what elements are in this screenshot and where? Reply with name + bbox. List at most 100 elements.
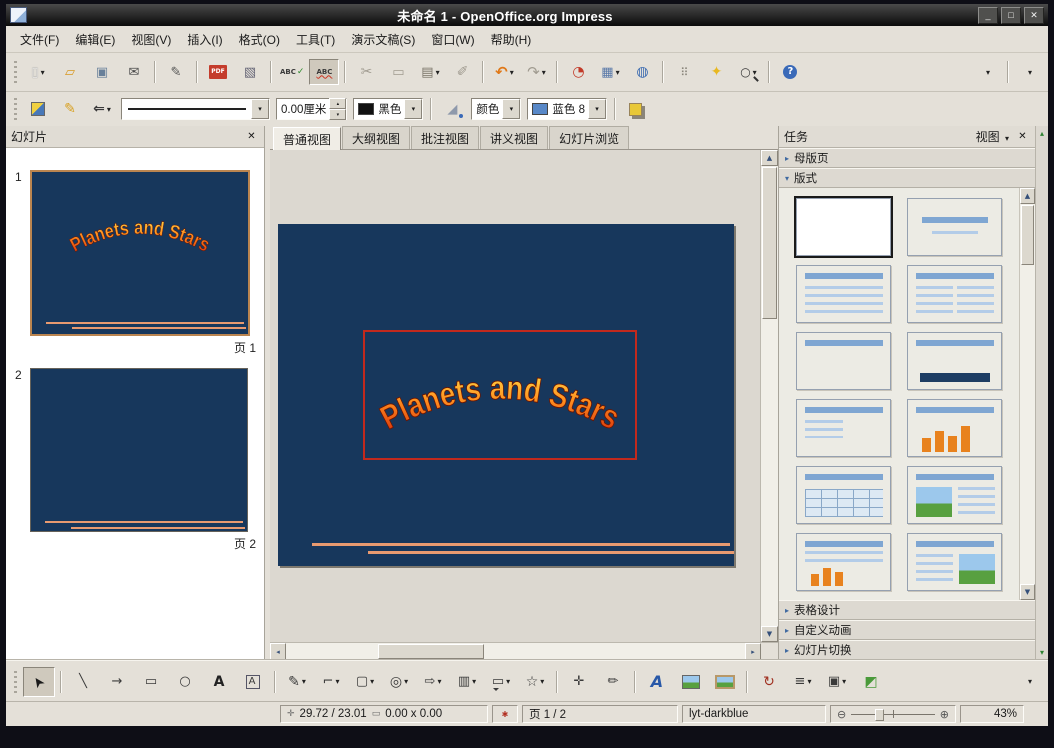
menu-tools[interactable]: 工具(T)	[288, 28, 343, 51]
line-color-combo[interactable]: 黑色 ▾	[353, 98, 424, 120]
layout-title-clipart-text[interactable]	[907, 466, 1002, 524]
selected-text-frame[interactable]: Planets and Stars	[363, 330, 637, 460]
tab-normal-view[interactable]: 普通视图	[273, 127, 342, 150]
callouts-button[interactable]: ▭ ▾	[485, 667, 517, 697]
edit-points-button[interactable]: ✛	[563, 667, 595, 697]
line-style-combo[interactable]: ▾	[121, 98, 270, 120]
layout-title-table[interactable]	[796, 466, 891, 524]
shadow-button[interactable]	[621, 96, 651, 122]
dropdown-arrow-icon[interactable]: ▾	[404, 677, 408, 686]
dropdown-arrow-icon[interactable]: ▾	[542, 68, 546, 77]
status-template[interactable]: lyt-darkblue	[682, 705, 826, 723]
flowchart-button[interactable]: ▥ ▾	[451, 667, 483, 697]
dropdown-arrow-icon[interactable]: ▾	[616, 68, 620, 77]
tasks-view-menu[interactable]: 视图 ▾	[976, 128, 1009, 145]
layout-title-content[interactable]	[796, 265, 891, 323]
layouts-scroll-thumb[interactable]	[1021, 205, 1034, 265]
layout-title-text-chart[interactable]	[796, 533, 891, 591]
rectangle-button[interactable]: ▭	[135, 667, 167, 697]
close-button[interactable]: ✕	[1024, 6, 1044, 24]
slide-2-thumbnail[interactable]	[30, 368, 248, 532]
slide-workspace[interactable]: Planets and Stars	[270, 150, 760, 642]
open-folder-button[interactable]: ▱	[55, 59, 85, 85]
line-style-dropdown-button[interactable]: ▾	[251, 99, 269, 119]
line-dialog-button[interactable]: ✎	[55, 96, 85, 122]
arrow-styles-button[interactable]: ⇐ ▾	[87, 96, 117, 122]
tab-outline-view[interactable]: 大纲视图	[342, 126, 411, 149]
layout-title-text-clipart[interactable]	[907, 533, 1002, 591]
presentation-toolbar-options-button[interactable]: ▾	[1014, 59, 1044, 85]
ellipse-button[interactable]: ○	[169, 667, 201, 697]
symbol-shapes-button[interactable]: ◎ ▾	[383, 667, 415, 697]
strip-scroll-up-icon[interactable]: ▴	[1040, 129, 1044, 138]
save-button[interactable]: ▣	[87, 59, 117, 85]
toolbar-grip[interactable]	[14, 98, 17, 120]
glue-points-button[interactable]: ✏	[597, 667, 629, 697]
display-grid-button[interactable]: ⠿	[669, 59, 699, 85]
toolbar-overflow-button[interactable]: ▾	[972, 59, 1002, 85]
zoom-button[interactable]: ○ ▾	[733, 59, 763, 85]
menu-format[interactable]: 格式(O)	[231, 28, 288, 51]
dropdown-arrow-icon[interactable]: ▾	[472, 677, 476, 686]
status-page-indicator[interactable]: 页 1 / 2	[522, 705, 678, 723]
fill-color-combo[interactable]: 蓝色 8 ▾	[527, 98, 607, 120]
text-button[interactable]: A	[203, 667, 235, 697]
stars-button[interactable]: ☆ ▾	[519, 667, 551, 697]
zoom-slider[interactable]	[851, 708, 935, 721]
dropdown-arrow-icon[interactable]: ▾	[540, 677, 544, 686]
zoom-in-button[interactable]: ⊕	[940, 708, 949, 721]
arrow-button[interactable]: →	[101, 667, 133, 697]
line-width-value[interactable]: 0.00厘米	[281, 101, 326, 117]
vertical-scroll-thumb[interactable]	[762, 167, 777, 319]
new-document-button[interactable]: ▯ ▾	[23, 59, 53, 85]
area-style-button[interactable]: ◢	[437, 96, 467, 122]
dropdown-arrow-icon[interactable]: ▾	[510, 68, 514, 77]
fontwork-gallery-button[interactable]: A	[641, 667, 673, 697]
layouts-scrollbar[interactable]: ▲ ▼	[1019, 188, 1035, 600]
select-button[interactable]: ➤	[23, 666, 55, 697]
auto-spellcheck-button[interactable]: ABC	[309, 59, 340, 85]
dropdown-arrow-icon[interactable]: ▾	[302, 677, 306, 686]
paste-button[interactable]: ▤ ▾	[415, 59, 445, 85]
dropdown-arrow-icon[interactable]: ▾	[370, 677, 374, 686]
dropdown-arrow-icon[interactable]: ▾	[335, 677, 339, 686]
minimize-button[interactable]: _	[978, 6, 998, 24]
section-layouts[interactable]: ▾ 版式	[779, 168, 1035, 188]
scroll-left-button[interactable]: ◂	[270, 643, 286, 660]
section-slide-transition[interactable]: ▸ 幻灯片切换	[779, 640, 1035, 660]
menu-window[interactable]: 窗口(W)	[423, 28, 482, 51]
slide-1-thumbnail[interactable]: Planets and Stars	[30, 170, 250, 336]
line-button[interactable]: ╲	[67, 667, 99, 697]
from-file-button[interactable]	[675, 667, 707, 697]
maximize-button[interactable]: □	[1001, 6, 1021, 24]
fill-color-dropdown-button[interactable]: ▾	[587, 99, 606, 119]
navigator-button[interactable]: ✦	[701, 59, 731, 85]
slide-canvas[interactable]: Planets and Stars	[278, 224, 734, 566]
drawing-toolbar-options-button[interactable]: ▾	[1014, 669, 1044, 695]
connector-button[interactable]: ⌐ ▾	[315, 667, 347, 697]
scroll-down-button[interactable]: ▼	[761, 626, 778, 642]
rotate-button[interactable]: ↻	[753, 667, 785, 697]
tab-handout-view[interactable]: 讲义视图	[480, 126, 549, 149]
line-width-up-button[interactable]: ▴	[329, 98, 347, 109]
menu-insert[interactable]: 插入(I)	[179, 28, 230, 51]
edit-file-button[interactable]: ✎	[161, 59, 191, 85]
chart-button[interactable]: ◔	[563, 59, 593, 85]
section-master-pages[interactable]: ▸ 母版页	[779, 148, 1035, 168]
layout-title-subtitle[interactable]	[907, 198, 1002, 256]
styles-window-button[interactable]	[23, 96, 53, 122]
curve-button[interactable]: ✎ ▾	[281, 667, 313, 697]
menu-file[interactable]: 文件(F)	[12, 28, 67, 51]
dropdown-arrow-icon[interactable]: ▾	[506, 677, 510, 686]
toolbar-grip[interactable]	[14, 61, 17, 83]
section-table-design[interactable]: ▸ 表格设计	[779, 600, 1035, 620]
print-button[interactable]: ▧	[235, 59, 265, 85]
line-width-down-button[interactable]: ▾	[329, 109, 347, 120]
arrange-button[interactable]: ▣ ▾	[821, 667, 853, 697]
status-zoom-percent[interactable]: 43%	[960, 705, 1024, 723]
tasks-panel-close-button[interactable]: ✕	[1015, 129, 1030, 144]
layout-title-content-small[interactable]	[796, 399, 891, 457]
send-email-button[interactable]: ✉	[119, 59, 149, 85]
menu-slideshow[interactable]: 演示文稿(S)	[343, 28, 423, 51]
dropdown-arrow-icon[interactable]: ▾	[436, 68, 440, 77]
